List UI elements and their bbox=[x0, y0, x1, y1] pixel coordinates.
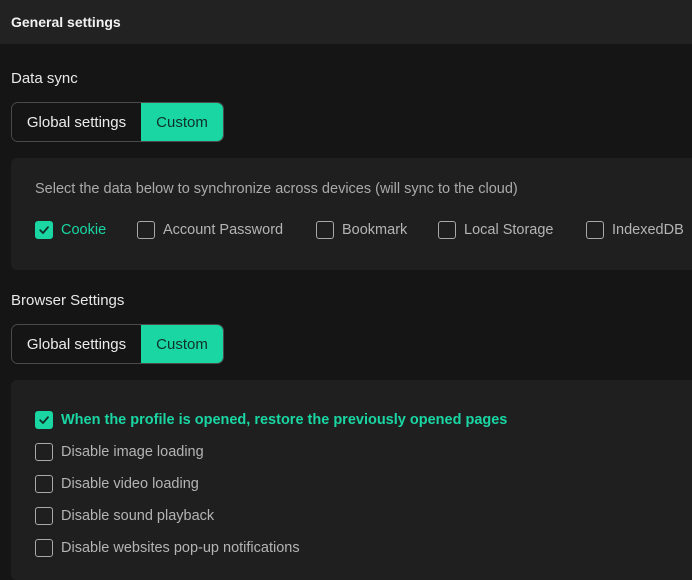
sync-option-label: IndexedDB bbox=[612, 222, 684, 238]
checkbox-checked-icon[interactable] bbox=[35, 221, 53, 239]
header-bar: General settings bbox=[0, 0, 692, 44]
data-sync-custom-button[interactable]: Custom bbox=[141, 103, 223, 141]
browser-settings-custom-button[interactable]: Custom bbox=[141, 325, 223, 363]
sync-option-label: Account Password bbox=[163, 222, 284, 238]
data-sync-panel: Select the data below to synchronize acr… bbox=[11, 158, 692, 270]
sync-option-indexeddb[interactable]: IndexedDB bbox=[586, 221, 684, 239]
browser-settings-title: Browser Settings bbox=[11, 292, 125, 309]
browser-option-disable-video-loading[interactable]: Disable video loading bbox=[35, 475, 199, 493]
checkbox-unchecked-icon[interactable] bbox=[35, 539, 53, 557]
sync-option-label: Bookmark bbox=[342, 222, 408, 238]
browser-option-label: Disable video loading bbox=[61, 476, 199, 492]
sync-option-account-password[interactable]: Account Password bbox=[137, 221, 283, 239]
data-sync-global-settings-button[interactable]: Global settings bbox=[12, 103, 141, 141]
checkbox-unchecked-icon[interactable] bbox=[35, 475, 53, 493]
browser-settings-panel: When the profile is opened, restore the … bbox=[11, 380, 692, 580]
checkbox-unchecked-icon[interactable] bbox=[316, 221, 334, 239]
checkbox-unchecked-icon[interactable] bbox=[35, 507, 53, 525]
sync-option-label: Local Storage bbox=[464, 222, 554, 238]
browser-option-label: Disable sound playback bbox=[61, 508, 215, 524]
browser-option-restore-pages[interactable]: When the profile is opened, restore the … bbox=[35, 411, 507, 429]
checkbox-unchecked-icon[interactable] bbox=[137, 221, 155, 239]
data-sync-segmented-control: Global settings Custom bbox=[11, 102, 224, 142]
browser-settings-global-settings-button[interactable]: Global settings bbox=[12, 325, 141, 363]
checkbox-unchecked-icon[interactable] bbox=[586, 221, 604, 239]
data-sync-hint: Select the data below to synchronize acr… bbox=[35, 181, 518, 197]
browser-option-label: Disable websites pop-up notifications bbox=[61, 540, 300, 556]
sync-option-local-storage[interactable]: Local Storage bbox=[438, 221, 553, 239]
sync-option-cookie[interactable]: Cookie bbox=[35, 221, 106, 239]
browser-option-disable-image-loading[interactable]: Disable image loading bbox=[35, 443, 204, 461]
sync-option-bookmark[interactable]: Bookmark bbox=[316, 221, 407, 239]
checkbox-unchecked-icon[interactable] bbox=[438, 221, 456, 239]
page-title: General settings bbox=[11, 14, 121, 30]
checkbox-checked-icon[interactable] bbox=[35, 411, 53, 429]
browser-option-label: Disable image loading bbox=[61, 444, 204, 460]
browser-option-label: When the profile is opened, restore the … bbox=[61, 412, 508, 428]
browser-option-disable-popup-notifications[interactable]: Disable websites pop-up notifications bbox=[35, 539, 300, 557]
data-sync-title: Data sync bbox=[11, 70, 78, 87]
sync-option-label: Cookie bbox=[61, 222, 107, 238]
browser-option-disable-sound-playback[interactable]: Disable sound playback bbox=[35, 507, 214, 525]
browser-settings-segmented-control: Global settings Custom bbox=[11, 324, 224, 364]
checkbox-unchecked-icon[interactable] bbox=[35, 443, 53, 461]
